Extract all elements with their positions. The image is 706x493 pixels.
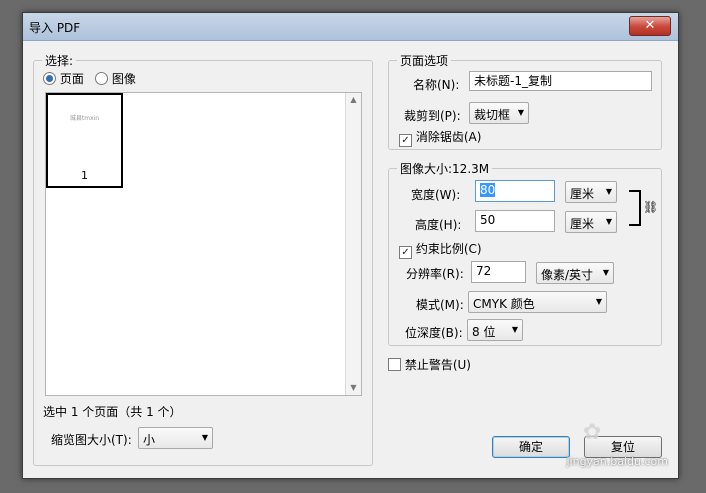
- close-icon: ✕: [644, 18, 656, 33]
- ok-button[interactable]: 确定: [492, 436, 570, 458]
- radio-image-indicator[interactable]: [95, 72, 108, 85]
- close-button[interactable]: ✕: [629, 16, 671, 36]
- select-group-legend: 选择:: [45, 54, 74, 68]
- chevron-down-icon: ▼: [595, 297, 602, 306]
- page-preview-list[interactable]: 城县tmxin 1 ▲ ▼: [45, 92, 362, 396]
- width-value: 80: [480, 183, 496, 197]
- radio-image[interactable]: 图像: [95, 70, 136, 87]
- height-label: 高度(H):: [415, 218, 462, 232]
- height-input[interactable]: 50: [475, 210, 555, 232]
- chevron-down-icon: ▼: [511, 325, 518, 334]
- antialias-checkbox[interactable]: ✓ 消除锯齿(A): [399, 128, 481, 147]
- height-unit-value: 厘米: [570, 217, 595, 231]
- import-pdf-dialog: 导入 PDF ✕ 选择: 页面 图像 城县tmxin 1 ▲ ▼ 选中 1 个页…: [22, 12, 679, 479]
- suppress-warnings-checkbox[interactable]: 禁止警告(U): [388, 356, 471, 373]
- chevron-down-icon: ▼: [605, 187, 612, 196]
- radio-page[interactable]: 页面: [43, 70, 84, 87]
- width-unit-value: 厘米: [570, 187, 595, 201]
- resolution-unit-value: 像素/英寸: [541, 268, 594, 282]
- crop-select[interactable]: 裁切框 ▼: [469, 102, 529, 124]
- selection-status: 选中 1 个页面（共 1 个）: [43, 405, 182, 419]
- scroll-up-icon[interactable]: ▲: [346, 93, 361, 107]
- link-bracket: [629, 190, 641, 226]
- constrain-label: 约束比例(C): [415, 242, 482, 256]
- title-bar[interactable]: 导入 PDF ✕: [23, 13, 678, 41]
- height-unit-select[interactable]: 厘米 ▼: [565, 211, 617, 233]
- suppress-warnings-check-icon[interactable]: [388, 358, 401, 371]
- name-value: 未标题-1_复制: [474, 74, 552, 88]
- crop-label: 裁剪到(P):: [404, 109, 461, 123]
- height-value: 50: [480, 213, 496, 227]
- scroll-down-icon[interactable]: ▼: [346, 381, 361, 395]
- thumbnail-text: 城县tmxin: [69, 115, 100, 122]
- antialias-label: 消除锯齿(A): [415, 130, 482, 144]
- thumb-size-select[interactable]: 小 ▼: [138, 427, 213, 449]
- radio-image-label: 图像: [111, 72, 136, 86]
- mode-value: CMYK 颜色: [473, 297, 535, 311]
- name-label: 名称(N):: [413, 78, 460, 92]
- constrain-check-icon[interactable]: ✓: [399, 246, 412, 259]
- window-title: 导入 PDF: [29, 21, 81, 35]
- bit-depth-label: 位深度(B):: [405, 326, 463, 340]
- suppress-warnings-label: 禁止警告(U): [404, 358, 471, 372]
- bit-depth-value: 8 位: [472, 325, 496, 339]
- radio-page-indicator[interactable]: [43, 72, 56, 85]
- chevron-down-icon: ▼: [517, 108, 524, 117]
- watermark-logo-icon: ✿: [583, 420, 602, 445]
- resolution-unit-select[interactable]: 像素/英寸 ▼: [536, 262, 614, 284]
- resolution-input[interactable]: 72: [471, 261, 526, 283]
- crop-value: 裁切框: [474, 108, 511, 122]
- antialias-check-icon[interactable]: ✓: [399, 134, 412, 147]
- link-chain-icon[interactable]: ⛓: [643, 200, 658, 214]
- bit-depth-select[interactable]: 8 位 ▼: [467, 319, 523, 341]
- width-unit-select[interactable]: 厘米 ▼: [565, 181, 617, 203]
- chevron-down-icon: ▼: [602, 268, 609, 277]
- mode-select[interactable]: CMYK 颜色 ▼: [468, 291, 607, 313]
- resolution-label: 分辨率(R):: [406, 267, 464, 281]
- thumb-size-label: 缩览图大小(T):: [51, 433, 132, 447]
- chevron-down-icon: ▼: [605, 217, 612, 226]
- image-size-legend: 图像大小:12.3M: [400, 162, 490, 176]
- constrain-checkbox[interactable]: ✓ 约束比例(C): [399, 240, 482, 259]
- thumbnail-page-number: 1: [81, 169, 88, 182]
- name-input[interactable]: 未标题-1_复制: [469, 71, 652, 91]
- radio-page-label: 页面: [59, 72, 84, 86]
- resolution-value: 72: [476, 264, 492, 278]
- chevron-down-icon: ▼: [201, 433, 208, 442]
- width-label: 宽度(W):: [411, 188, 461, 202]
- thumb-size-value: 小: [143, 433, 156, 447]
- page-thumbnail[interactable]: 城县tmxin 1: [46, 93, 123, 188]
- page-options-legend: 页面选项: [400, 54, 449, 68]
- vertical-scrollbar[interactable]: ▲ ▼: [345, 93, 361, 395]
- mode-label: 模式(M):: [416, 298, 464, 312]
- width-input[interactable]: 80: [475, 180, 555, 202]
- watermark-text: jingyan.baidu.com: [566, 455, 668, 468]
